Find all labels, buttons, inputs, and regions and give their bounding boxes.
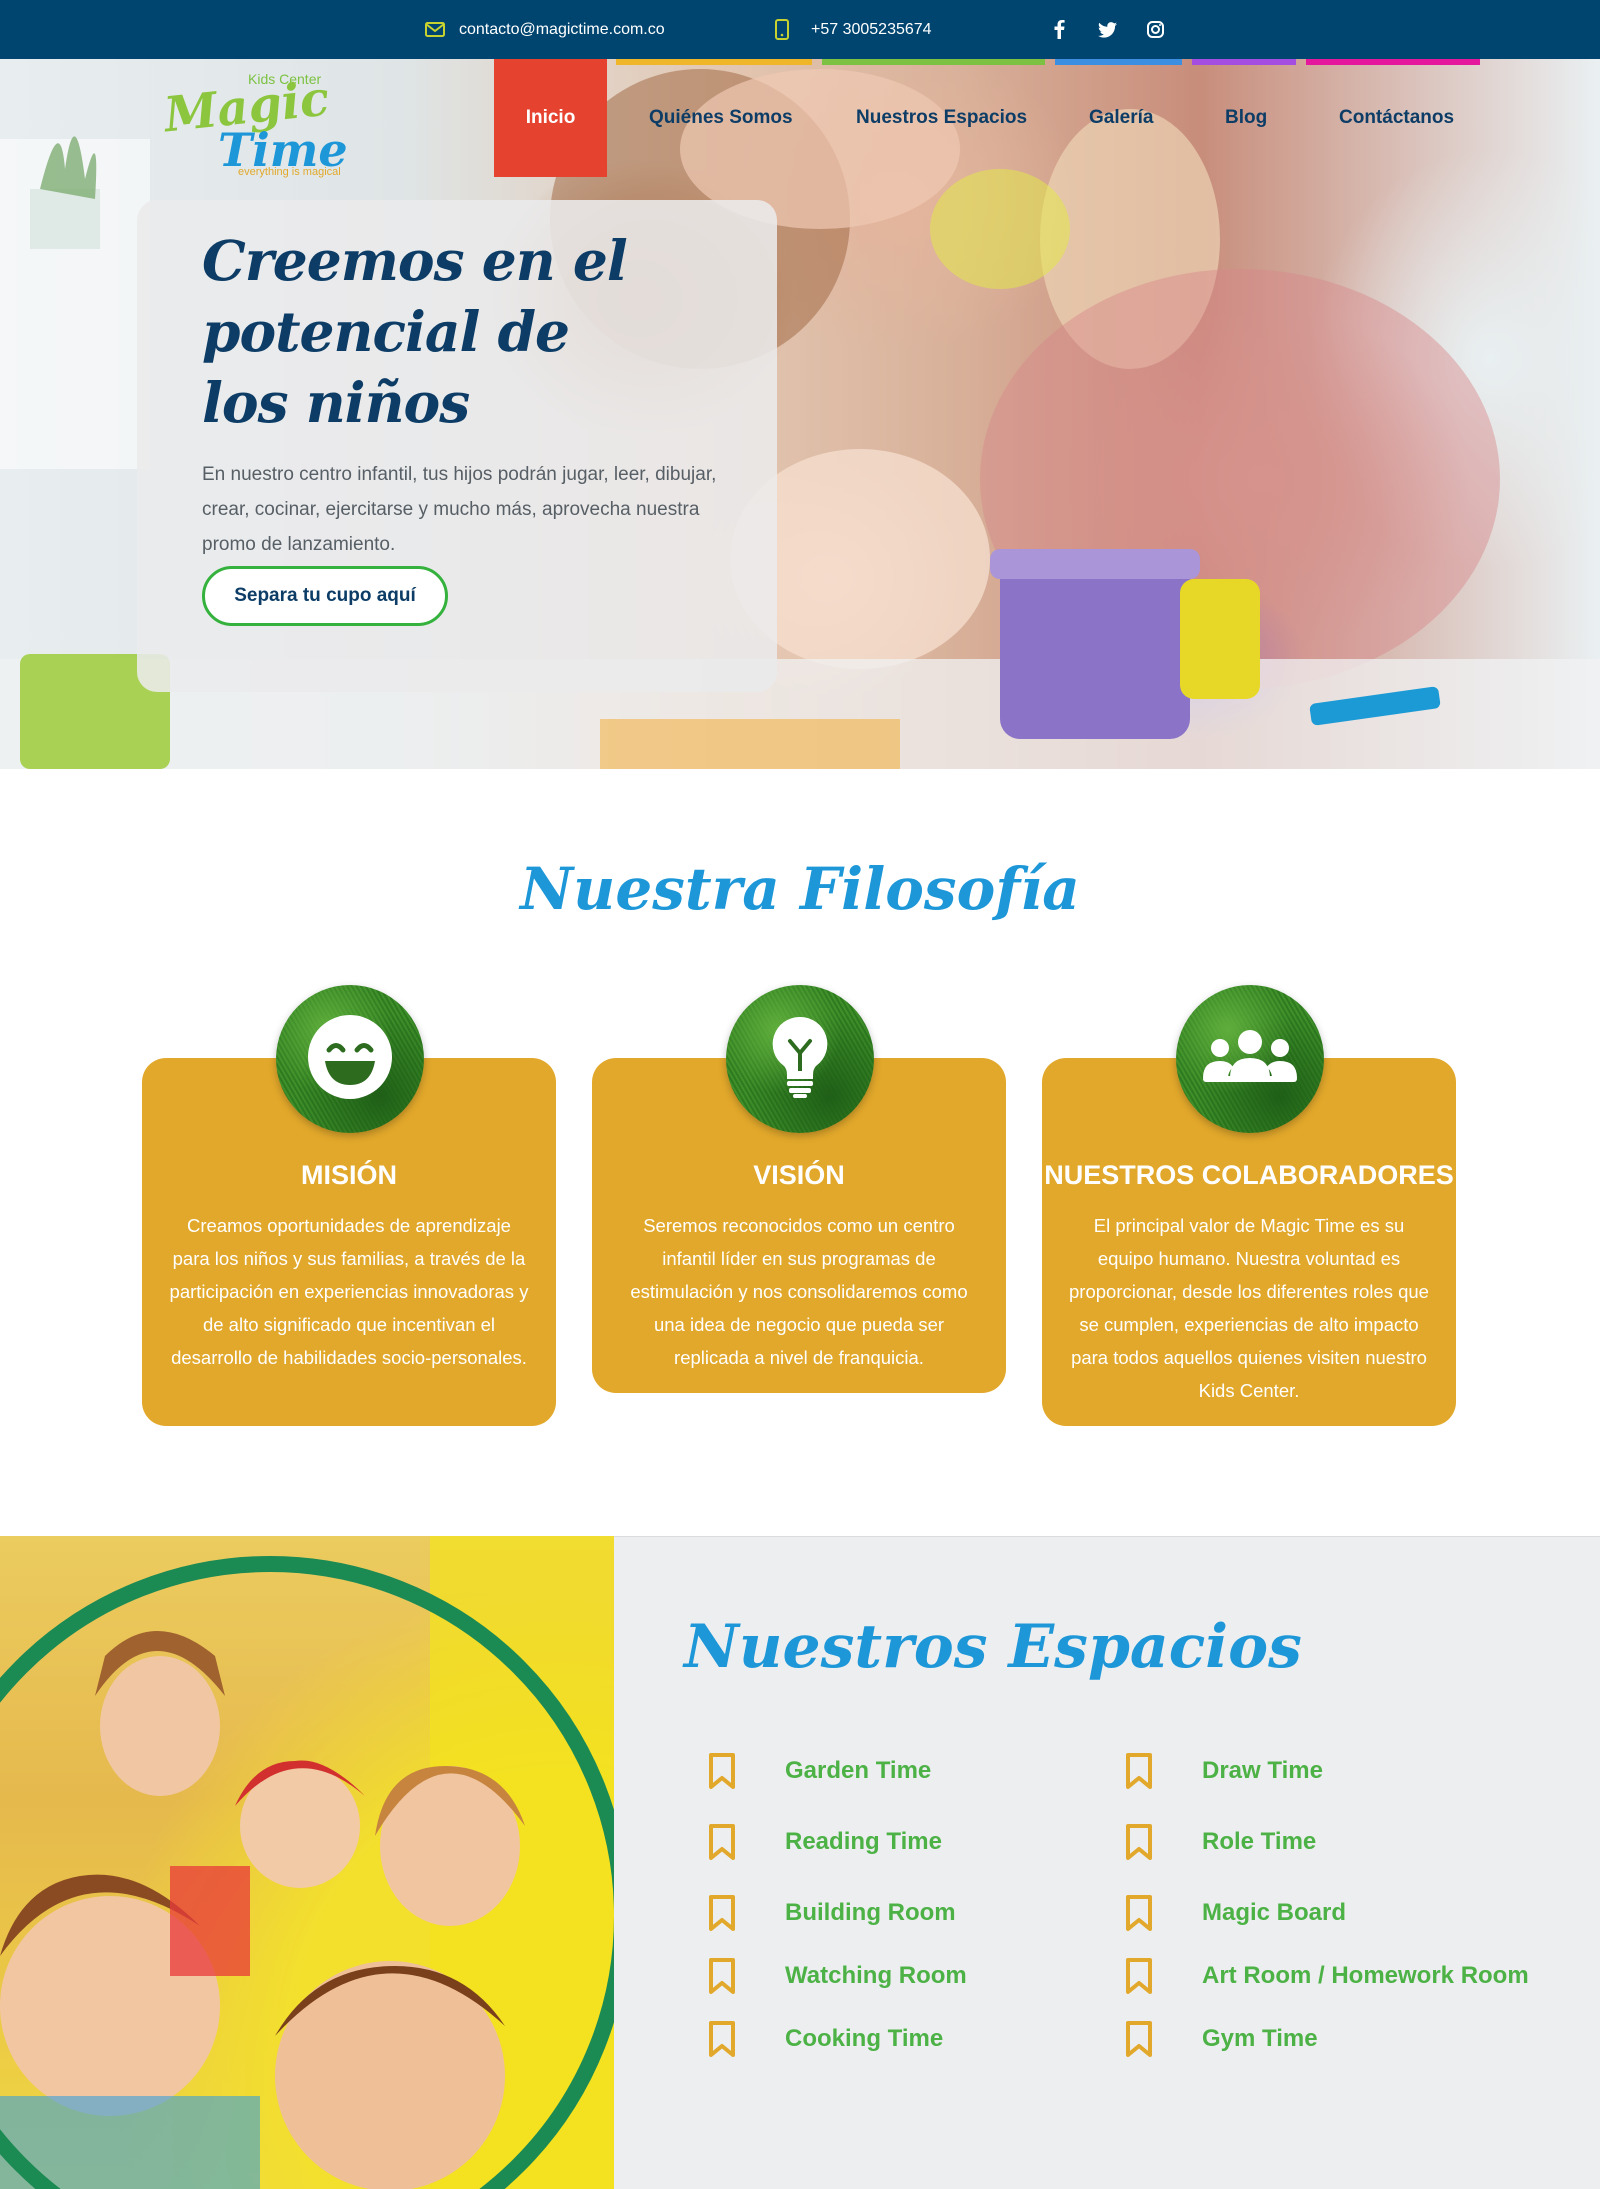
- bookmark-icon: [708, 1957, 736, 1995]
- space-label: Art Room / Homework Room: [1202, 1962, 1529, 1989]
- hero-text: En nuestro centro infantil, tus hijos po…: [202, 464, 717, 555]
- space-label: Magic Board: [1202, 1899, 1347, 1926]
- space-label: Role Time: [1202, 1828, 1317, 1855]
- bookmark-icon: [1125, 2020, 1153, 2058]
- vision-badge: [726, 985, 874, 1133]
- bookmark-icon: [708, 1752, 736, 1790]
- space-item-art-room[interactable]: Art Room / Homework Room: [1125, 1956, 1529, 1996]
- email-text: contacto@magictime.com.co: [459, 20, 665, 38]
- space-item-watching-room[interactable]: Watching Room: [708, 1956, 967, 1996]
- collaborators-text: El principal valor de Magic Time es su e…: [1069, 1215, 1429, 1401]
- phone-text: +57 3005235674: [811, 20, 932, 38]
- bookmark-icon: [708, 1823, 736, 1861]
- contact-phone[interactable]: +57 3005235674: [775, 0, 932, 59]
- space-item-garden-time[interactable]: Garden Time: [708, 1751, 931, 1791]
- nav-item-galeria[interactable]: Galería: [1089, 59, 1153, 177]
- vision-title: VISIÓN: [753, 1160, 845, 1190]
- philosophy-title: Nuestra Filosofía: [520, 855, 1080, 923]
- space-label: Reading Time: [785, 1828, 942, 1855]
- space-item-role-time[interactable]: Role Time: [1125, 1822, 1316, 1862]
- nav-item-blog[interactable]: Blog: [1225, 59, 1267, 177]
- main-nav: Inicio Quiénes Somos Nuestros Espacios G…: [0, 59, 1600, 177]
- hero-card: Creemos en el potencial de los niños En …: [137, 200, 777, 692]
- space-item-draw-time[interactable]: Draw Time: [1125, 1751, 1323, 1791]
- hero-title: Creemos en el potencial de los niños: [202, 228, 628, 435]
- envelope-icon: [425, 22, 445, 37]
- space-label: Draw Time: [1202, 1757, 1323, 1784]
- twitter-icon[interactable]: [1097, 20, 1117, 40]
- space-item-cooking-time[interactable]: Cooking Time: [708, 2019, 943, 2059]
- nav-item-quienes-somos[interactable]: Quiénes Somos: [649, 59, 793, 177]
- space-item-building-room[interactable]: Building Room: [708, 1893, 956, 1933]
- bookmark-icon: [1125, 1823, 1153, 1861]
- spaces-title: Nuestros Espacios: [684, 1612, 1302, 1682]
- space-label: Gym Time: [1202, 2025, 1318, 2052]
- bookmark-icon: [1125, 1894, 1153, 1932]
- space-label: Building Room: [785, 1899, 956, 1926]
- hero-section: Kids Center Magic Time everything is mag…: [0, 59, 1600, 769]
- space-label: Watching Room: [785, 1962, 967, 1989]
- mission-text: Creamos oportunidades de aprendizaje par…: [169, 1215, 529, 1368]
- space-item-gym-time[interactable]: Gym Time: [1125, 2019, 1318, 2059]
- space-label: Cooking Time: [785, 2025, 944, 2052]
- bookmark-icon: [708, 1894, 736, 1932]
- bookmark-icon: [708, 2020, 736, 2058]
- reserve-spot-button[interactable]: Separa tu cupo aquí: [202, 566, 448, 626]
- contact-email[interactable]: contacto@magictime.com.co: [425, 0, 665, 59]
- nav-item-nuestros-espacios[interactable]: Nuestros Espacios: [856, 59, 1027, 177]
- mission-badge: [276, 985, 424, 1133]
- instagram-icon[interactable]: [1145, 20, 1165, 40]
- group-people-icon: [1200, 1026, 1300, 1093]
- collaborators-badge: [1176, 985, 1324, 1133]
- top-bar: contacto@magictime.com.co +57 3005235674: [0, 0, 1600, 59]
- nav-item-inicio[interactable]: Inicio: [494, 59, 607, 177]
- smiley-face-icon: [307, 1014, 393, 1105]
- space-item-magic-board[interactable]: Magic Board: [1125, 1893, 1346, 1933]
- children-photo: [0, 1536, 614, 2189]
- bookmark-icon: [1125, 1752, 1153, 1790]
- mobile-phone-icon: [775, 19, 789, 40]
- bookmark-icon: [1125, 1957, 1153, 1995]
- collaborators-title: NUESTROS COLABORADORES: [1044, 1160, 1454, 1190]
- lightbulb-icon: [770, 1015, 830, 1104]
- nav-item-contactanos[interactable]: Contáctanos: [1339, 59, 1454, 177]
- facebook-icon[interactable]: [1049, 20, 1069, 40]
- social-links: [1049, 0, 1193, 59]
- mission-title: MISIÓN: [300, 1160, 397, 1190]
- space-item-reading-time[interactable]: Reading Time: [708, 1822, 942, 1862]
- space-label: Garden Time: [785, 1757, 932, 1784]
- vision-text: Seremos reconocidos como un centro infan…: [630, 1215, 968, 1368]
